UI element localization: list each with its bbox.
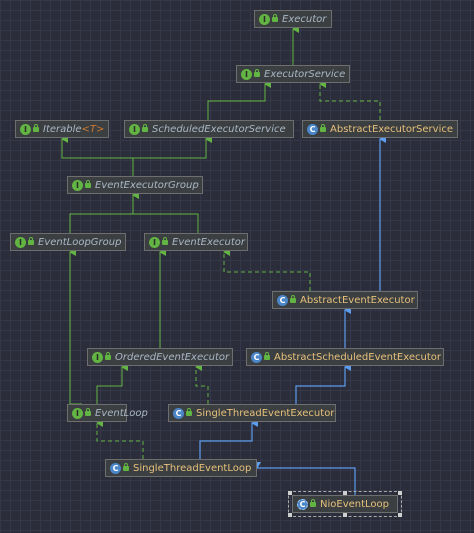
- edge-extends-class: [199, 419, 258, 459]
- public-visibility-icon: [123, 463, 129, 472]
- node-label: NioEventLoop: [320, 499, 389, 510]
- edge-extends-interface: [132, 191, 199, 233]
- node-label-text: OrderedEventExecutor: [115, 351, 230, 363]
- edge-extends-interface: [96, 363, 128, 404]
- node-abstract-executor-service[interactable]: C AbstractExecutorService: [302, 120, 458, 138]
- node-label-text: EventExecutor: [172, 236, 246, 248]
- public-visibility-icon: [264, 352, 270, 361]
- node-single-thread-event-loop[interactable]: C SingleThreadEventLoop: [105, 459, 257, 477]
- node-label: AbstractEventExecutor: [300, 295, 415, 306]
- node-label: ScheduledExecutorService: [152, 124, 286, 135]
- selection-handle[interactable]: [398, 491, 402, 495]
- abstract-class-icon: C: [307, 123, 318, 135]
- node-event-executor[interactable]: I EventExecutor: [144, 233, 248, 251]
- node-ordered-event-executor[interactable]: I OrderedEventExecutor: [87, 348, 233, 366]
- node-label-text: NioEventLoop: [320, 498, 390, 510]
- node-label-text: AbstractEventExecutor: [300, 294, 415, 306]
- public-visibility-icon: [105, 352, 111, 361]
- node-label-text: EventLoop: [95, 407, 148, 419]
- node-label-text: SingleThreadEventLoop: [133, 462, 252, 474]
- public-visibility-icon: [142, 124, 148, 133]
- edge-extends-interface: [132, 135, 212, 176]
- public-visibility-icon: [290, 295, 296, 304]
- public-visibility-icon: [186, 408, 192, 417]
- interface-icon: I: [72, 407, 83, 419]
- public-visibility-icon: [320, 124, 326, 133]
- node-abstract-scheduled-event-executor[interactable]: C AbstractScheduledEventExecutor: [246, 348, 444, 366]
- node-executor[interactable]: I Executor: [254, 10, 332, 28]
- public-visibility-icon: [33, 124, 39, 133]
- node-label: AbstractScheduledEventExecutor: [274, 352, 441, 363]
- interface-icon: I: [149, 236, 160, 248]
- public-visibility-icon: [162, 237, 168, 246]
- edge-extends-interface: [207, 80, 271, 120]
- node-label-text: EventLoopGroup: [38, 236, 122, 248]
- node-label-text: Iterable: [43, 123, 82, 135]
- abstract-class-icon: C: [110, 462, 121, 474]
- node-label: SingleThreadEventExecutor: [196, 408, 334, 419]
- node-scheduled-executor-service[interactable]: I ScheduledExecutorService: [124, 120, 294, 138]
- node-event-loop-group[interactable]: I EventLoopGroup: [10, 233, 126, 251]
- abstract-class-icon: C: [277, 294, 288, 306]
- node-label: EventLoop: [95, 408, 148, 419]
- selection-handle[interactable]: [288, 513, 292, 517]
- edge-extends-interface: [69, 248, 82, 405]
- node-single-thread-event-executor[interactable]: C SingleThreadEventExecutor: [168, 404, 336, 422]
- class-icon: C: [297, 498, 308, 510]
- class-hierarchy-diagram: I Executor I ExecutorService I Iterable<T> I Sc…: [0, 0, 474, 533]
- node-label-text: Executor: [282, 13, 327, 25]
- edge-extends-interface: [69, 191, 139, 233]
- edge-implements: [223, 248, 311, 291]
- node-event-executor-group[interactable]: I EventExecutorGroup: [67, 176, 203, 194]
- selection-handle[interactable]: [343, 491, 347, 495]
- selection-handle[interactable]: [398, 513, 402, 517]
- node-nio-event-loop[interactable]: C NioEventLoop: [288, 491, 402, 517]
- edge-implements: [96, 419, 144, 459]
- interface-icon: I: [259, 13, 270, 25]
- node-label: ExecutorService: [264, 69, 345, 80]
- node-label-text: AbstractScheduledEventExecutor: [274, 351, 441, 363]
- public-visibility-icon: [28, 237, 34, 246]
- public-visibility-icon: [85, 180, 91, 189]
- public-visibility-icon: [310, 499, 316, 508]
- interface-icon: I: [15, 236, 26, 248]
- selection-handle[interactable]: [288, 491, 292, 495]
- edge-extends-class: [253, 462, 356, 495]
- node-label-text: EventExecutorGroup: [95, 179, 199, 191]
- interface-icon: I: [129, 123, 140, 135]
- abstract-class-icon: C: [173, 407, 184, 419]
- selection-handle[interactable]: [343, 513, 347, 517]
- node-label: AbstractExecutorService: [330, 124, 453, 135]
- edge-implements: [195, 363, 209, 404]
- node-label: Executor: [282, 14, 326, 25]
- node-abstract-event-executor[interactable]: C AbstractEventExecutor: [272, 291, 418, 309]
- node-label: OrderedEventExecutor: [115, 352, 229, 363]
- public-visibility-icon: [85, 408, 91, 417]
- generic-parameter: <T>: [81, 123, 105, 135]
- node-label-text: ExecutorService: [264, 68, 346, 80]
- node-label-text: SingleThreadEventExecutor: [196, 407, 335, 419]
- node-label: SingleThreadEventLoop: [133, 463, 251, 474]
- public-visibility-icon: [272, 14, 278, 23]
- abstract-class-icon: C: [251, 351, 262, 363]
- interface-icon: I: [20, 123, 31, 135]
- edge-extends-interface: [61, 135, 134, 176]
- interface-icon: I: [241, 68, 252, 80]
- node-event-loop[interactable]: I EventLoop: [67, 404, 148, 422]
- node-iterable[interactable]: I Iterable<T>: [15, 120, 109, 138]
- edge-extends-class: [295, 363, 351, 404]
- node-label-text: ScheduledExecutorService: [152, 123, 286, 135]
- node-label: EventLoopGroup: [38, 237, 121, 248]
- node-label: EventExecutor: [172, 237, 245, 248]
- node-label: Iterable<T>: [43, 124, 104, 135]
- interface-icon: I: [92, 351, 103, 363]
- public-visibility-icon: [254, 69, 260, 78]
- node-label: EventExecutorGroup: [95, 180, 199, 191]
- interface-icon: I: [72, 179, 83, 191]
- edge-implements: [319, 80, 381, 120]
- node-executor-service[interactable]: I ExecutorService: [236, 65, 350, 83]
- node-label-text: AbstractExecutorService: [330, 123, 454, 135]
